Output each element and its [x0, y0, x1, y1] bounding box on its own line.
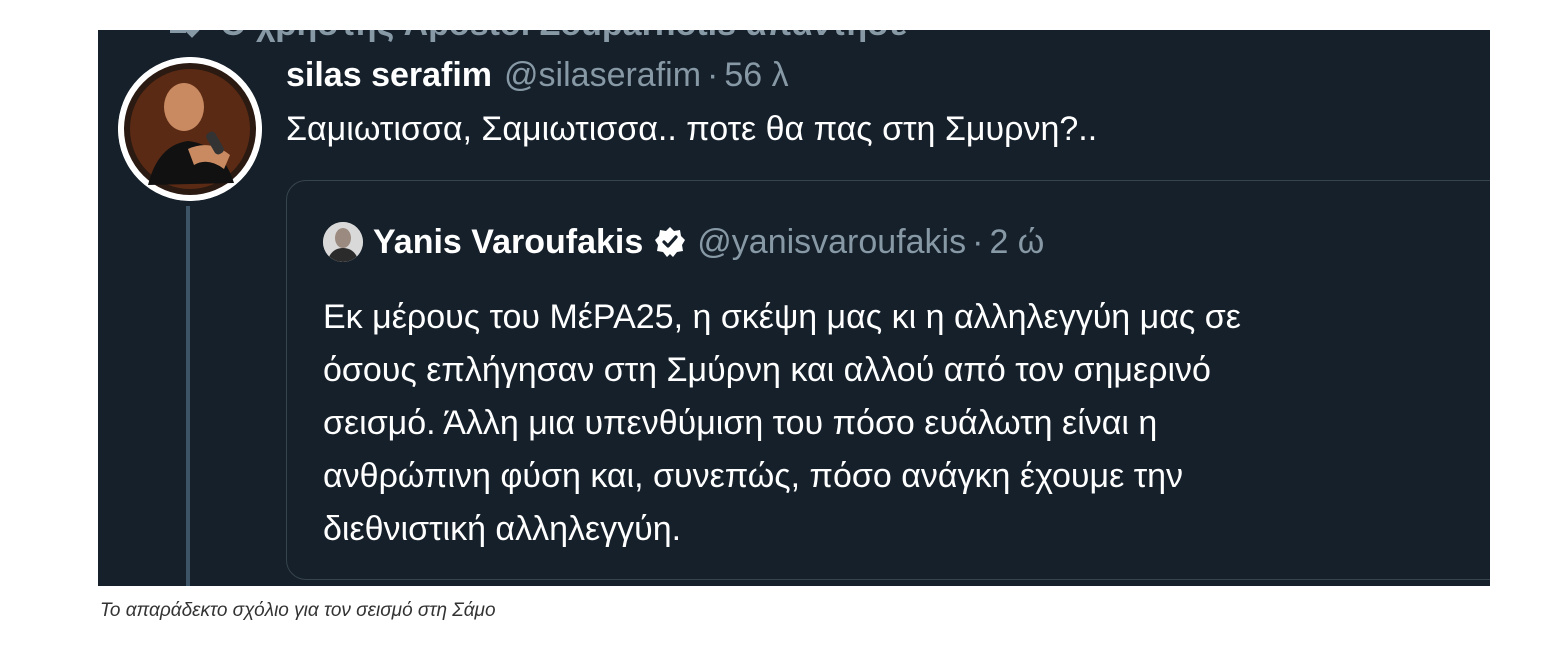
quote-display-name[interactable]: Yanis Varoufakis: [373, 223, 643, 262]
thread-line: [186, 206, 190, 586]
quote-header: Yanis Varoufakis @yanisvaroufakis · 2 ώ: [323, 219, 1044, 265]
display-name[interactable]: silas serafim: [286, 56, 492, 95]
tweet-timestamp[interactable]: 56 λ: [724, 56, 788, 95]
quote-text-line: ανθρώπινη φύση και, συνεπώς, πόσο ανάγκη…: [323, 457, 1184, 495]
quote-text-line: Εκ μέρους του ΜέΡΑ25, η σκέψη μας κι η α…: [323, 298, 1241, 336]
quote-user-handle[interactable]: @yanisvaroufakis: [697, 223, 966, 262]
quote-text-line: όσους επλήγησαν στη Σμύρνη και αλλού από…: [323, 351, 1211, 389]
article-figure: Ο χρήστης Apostol Zouparnotis απαντησε s…: [0, 0, 1564, 654]
retweet-context-text: Ο χρήστης Apostol Zouparnotis απαντησε: [220, 30, 907, 44]
quote-separator-dot: ·: [972, 222, 984, 261]
quoted-tweet[interactable]: Yanis Varoufakis @yanisvaroufakis · 2 ώ …: [286, 180, 1490, 580]
retweet-icon: [160, 30, 204, 39]
separator-dot: ·: [707, 55, 719, 94]
retweet-context: Ο χρήστης Apostol Zouparnotis απαντησε: [170, 30, 907, 44]
image-caption: Το απαράδεκτο σχόλιο για τον σεισμό στη …: [100, 600, 496, 621]
tweet-header: silas serafim @silaserafim · 56 λ: [286, 52, 789, 98]
quote-text-line: διεθνιστική αλληλεγγύη.: [323, 510, 682, 548]
quote-avatar[interactable]: [323, 222, 363, 262]
user-handle[interactable]: @silaserafim: [504, 56, 701, 95]
tweet-text: Σαμιωτισσα, Σαμιωτισσα.. ποτε θα πας στη…: [286, 110, 1098, 148]
verified-badge-icon: [653, 225, 687, 259]
quote-text: Εκ μέρους του ΜέΡΑ25, η σκέψη μας κι η α…: [323, 291, 1483, 556]
avatar[interactable]: [118, 57, 262, 201]
quote-text-line: σεισμό. Άλλη μια υπενθύμιση του πόσο ευά…: [323, 404, 1158, 442]
quote-timestamp[interactable]: 2 ώ: [989, 223, 1044, 262]
tweet-screenshot: Ο χρήστης Apostol Zouparnotis απαντησε s…: [98, 30, 1490, 586]
